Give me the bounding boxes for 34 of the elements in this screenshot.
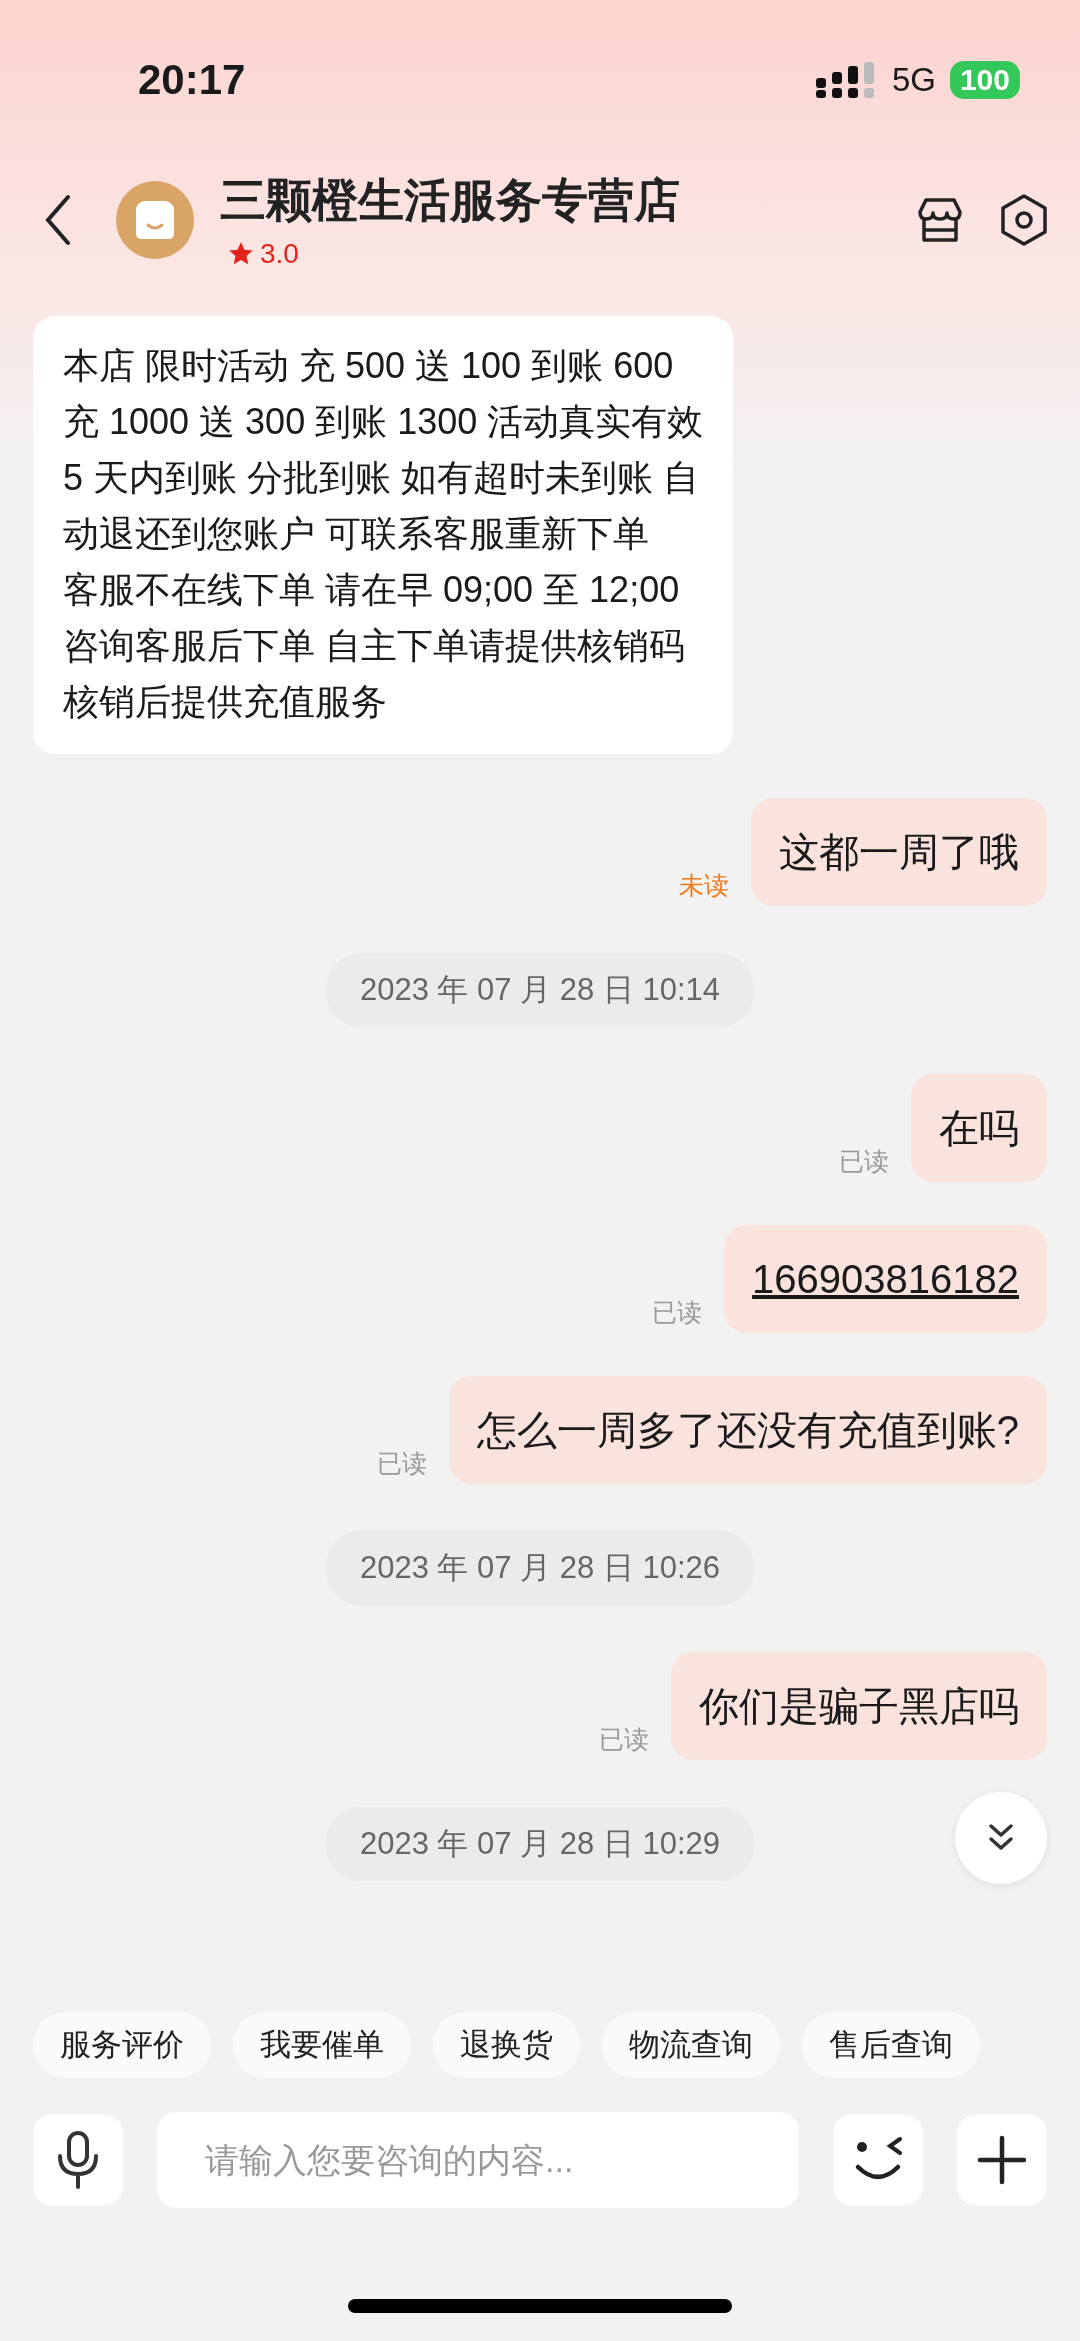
quick-action-chip[interactable]: 服务评价 [33, 2012, 211, 2078]
back-icon[interactable] [44, 194, 72, 246]
message-input-field[interactable]: 请输入您要咨询的内容... [157, 2112, 799, 2208]
my-message: 在吗 [911, 1074, 1047, 1182]
read-status: 已读 [599, 1724, 649, 1755]
quick-action-chip[interactable]: 物流查询 [602, 2012, 780, 2078]
timestamp: 2023 年 07 月 28 日 10:26 [325, 1531, 755, 1605]
shop-name: 三颗橙生活服务专营店 [220, 173, 681, 228]
double-chevron-down-icon [987, 1823, 1015, 1853]
star-icon [228, 241, 254, 267]
my-message: 166903816182 [724, 1225, 1047, 1333]
voice-button[interactable] [33, 2115, 123, 2205]
plus-icon [977, 2135, 1027, 2185]
battery-level: 100 [949, 61, 1020, 99]
timestamp: 2023 年 07 月 28 日 10:29 [325, 1807, 755, 1881]
quick-action-chip[interactable]: 售后查询 [802, 2012, 980, 2078]
read-status: 已读 [652, 1297, 703, 1328]
shop-message: 本店 限时活动 充 500 送 100 到账 600 充 1000 送 300 到账 1300 活动真实有效 5 天内到账 分批到账 如有超时未到账 自 动退还到您账户 可联系客服重新下单 客服不在线下单 请在早 09;00 至 12;00 咨询客服后下单 自主下单请提供核销码 核销后提供充值服务 [33, 316, 734, 754]
shop-avatar-icon [116, 181, 194, 259]
quick-action-chip[interactable]: 退换货 [433, 2012, 580, 2078]
quick-action-chip[interactable]: 我要催单 [233, 2012, 411, 2078]
status-time: 20:17 [138, 56, 247, 104]
my-message: 怎么一周多了还没有充值到账? [448, 1376, 1047, 1484]
shop-rating: 3.0 [260, 238, 299, 270]
emoji-button[interactable] [833, 2115, 923, 2205]
read-status: 未读 [679, 870, 729, 901]
read-status: 已读 [376, 1448, 427, 1479]
add-button[interactable] [957, 2115, 1047, 2205]
my-message: 这都一周了哦 [751, 798, 1047, 906]
read-status: 已读 [839, 1146, 889, 1177]
network-label: 5G [891, 61, 936, 99]
microphone-icon [56, 2130, 100, 2190]
timestamp: 2023 年 07 月 28 日 10:14 [325, 953, 755, 1027]
my-message: 你们是骗子黑店吗 [671, 1652, 1047, 1760]
